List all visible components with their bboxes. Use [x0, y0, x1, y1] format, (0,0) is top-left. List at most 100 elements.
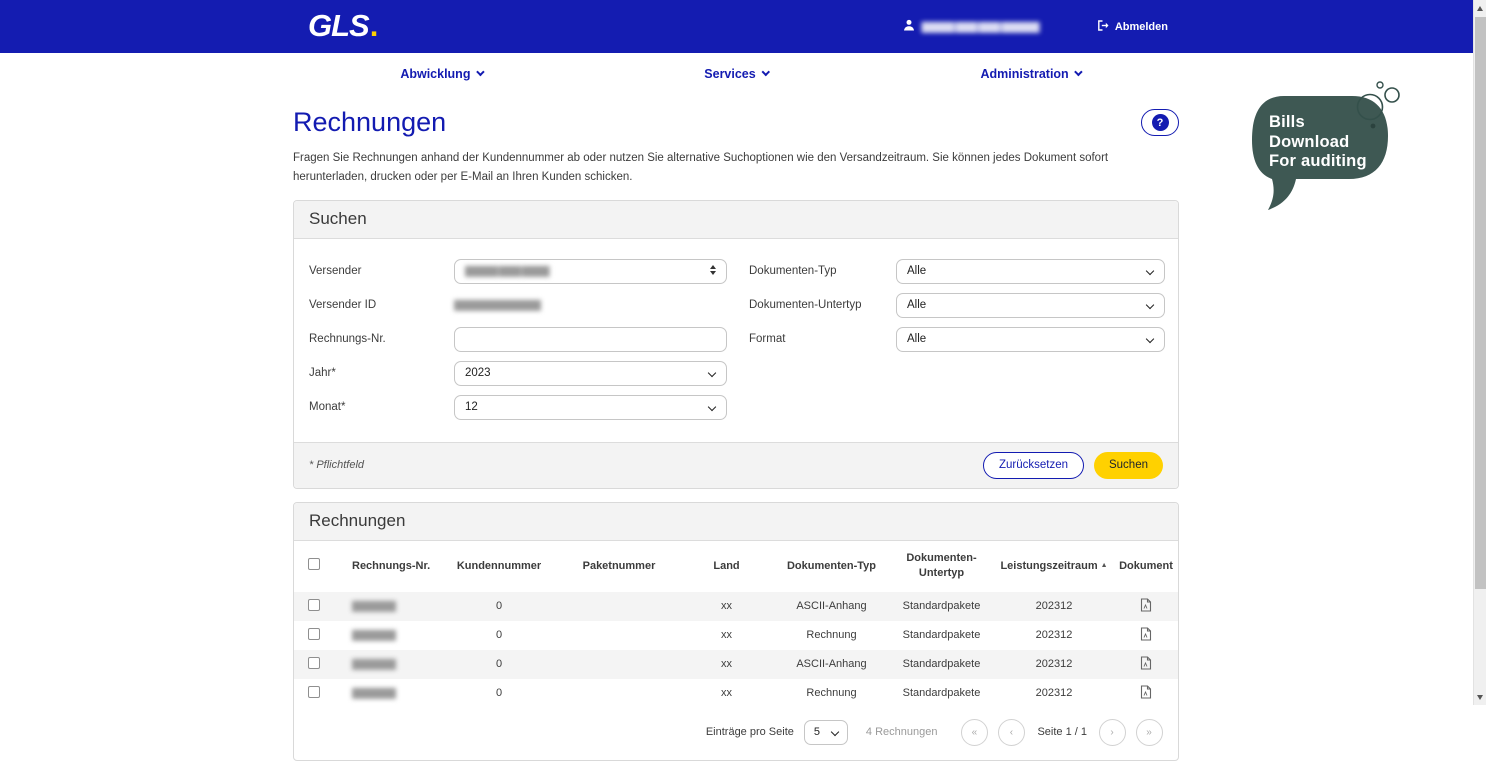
cell-land: xx [679, 679, 774, 708]
col-kundennummer[interactable]: Kundennummer [439, 541, 559, 592]
jahr-select[interactable]: 2023 [454, 361, 727, 386]
reset-button[interactable]: Zurücksetzen [983, 452, 1084, 479]
promo-badge: Bills Download For auditing [1248, 78, 1410, 220]
scroll-up-icon[interactable] [1477, 6, 1483, 11]
dokumenten-untertyp-label: Dokumenten-Untertyp [749, 299, 896, 311]
versender-id-label: Versender ID [309, 299, 454, 311]
table-row: ████████ 0 xx ASCII-Anhang Standardpaket… [294, 592, 1178, 621]
versender-select[interactable]: ██████ ████ █████ [454, 259, 727, 284]
cell-paketnummer [559, 592, 679, 621]
invoices-table: Rechnungs-Nr. Kundennummer Paketnummer L… [294, 541, 1178, 708]
rechnungsnr-input[interactable] [454, 327, 727, 352]
nav-item-abwicklung[interactable]: Abwicklung [400, 67, 483, 81]
cell-dokumenten-untertyp: Standardpakete [889, 650, 994, 679]
cell-land: xx [679, 621, 774, 650]
scrollbar-thumb[interactable] [1475, 17, 1486, 589]
last-page-button[interactable]: » [1136, 719, 1163, 746]
gls-logo-dot: . [370, 8, 378, 43]
scroll-down-icon[interactable] [1477, 695, 1483, 700]
row-checkbox[interactable] [308, 686, 320, 698]
result-count: 4 Rechnungen [866, 726, 938, 738]
logout-icon [1097, 20, 1110, 34]
cell-leistungszeitraum: 202312 [994, 592, 1114, 621]
page-indicator: Seite 1 / 1 [1037, 726, 1087, 738]
table-header-row: Rechnungs-Nr. Kundennummer Paketnummer L… [294, 541, 1178, 592]
updown-icon [710, 265, 716, 275]
rechnungsnr-label: Rechnungs-Nr. [309, 333, 454, 345]
chevron-down-icon [708, 403, 716, 411]
versender-id-value: ████████████████ [454, 299, 727, 311]
cell-kundennummer: 0 [439, 621, 559, 650]
document-file-icon[interactable] [1140, 656, 1152, 673]
cell-dokumenten-untertyp: Standardpakete [889, 592, 994, 621]
table-row: ████████ 0 xx Rechnung Standardpakete 20… [294, 621, 1178, 650]
monat-value: 12 [465, 401, 478, 413]
table-row: ████████ 0 xx Rechnung Standardpakete 20… [294, 679, 1178, 708]
nav-item-administration[interactable]: Administration [980, 67, 1081, 81]
jahr-label: Jahr* [309, 367, 454, 379]
cell-kundennummer: 0 [439, 592, 559, 621]
gls-logo-text: GLS [308, 8, 369, 43]
first-page-button[interactable]: « [961, 719, 988, 746]
per-page-label: Einträge pro Seite [706, 726, 794, 738]
col-label: Leistungszeitraum [1000, 560, 1097, 572]
col-paketnummer[interactable]: Paketnummer [559, 541, 679, 592]
cell-kundennummer: 0 [439, 650, 559, 679]
user-name-redacted: ██████ ████ ████ ███████ [921, 22, 1038, 32]
document-file-icon[interactable] [1140, 627, 1152, 644]
document-file-icon[interactable] [1140, 598, 1152, 615]
help-button[interactable]: ? [1141, 109, 1179, 136]
cell-dokumenten-untertyp: Standardpakete [889, 621, 994, 650]
logout-label: Abmelden [1115, 21, 1168, 33]
dokumenten-typ-label: Dokumenten-Typ [749, 265, 896, 277]
cell-paketnummer [559, 679, 679, 708]
format-value: Alle [907, 333, 926, 345]
badge-line: For auditing [1269, 152, 1367, 172]
col-dokumenten-typ[interactable]: Dokumenten-Typ [774, 541, 889, 592]
prev-page-button[interactable]: ‹ [998, 719, 1025, 746]
versender-label: Versender [309, 265, 454, 277]
promo-badge-text: Bills Download For auditing [1269, 113, 1367, 172]
search-panel-title: Suchen [294, 201, 1178, 239]
row-checkbox[interactable] [308, 628, 320, 640]
badge-line: Bills [1269, 113, 1367, 133]
user-account[interactable]: ██████ ████ ████ ███████ [903, 19, 1038, 34]
dokumenten-untertyp-select[interactable]: Alle [896, 293, 1165, 318]
chevron-down-icon [1146, 267, 1154, 275]
chevron-down-icon [476, 68, 484, 76]
dokumenten-typ-select[interactable]: Alle [896, 259, 1165, 284]
col-dokumenten-untertyp[interactable]: Dokumenten-Untertyp [889, 541, 994, 592]
monat-select[interactable]: 12 [454, 395, 727, 420]
next-page-button[interactable]: › [1099, 719, 1126, 746]
nav-label: Abwicklung [400, 67, 470, 81]
search-button[interactable]: Suchen [1094, 452, 1163, 479]
row-checkbox[interactable] [308, 599, 320, 611]
row-checkbox[interactable] [308, 657, 320, 669]
vertical-scrollbar[interactable] [1473, 0, 1486, 705]
logout-button[interactable]: Abmelden [1097, 20, 1168, 34]
chevron-down-icon [761, 68, 769, 76]
rechnungs-nr-redacted: ████████ [352, 659, 395, 669]
col-rechnungs-nr[interactable]: Rechnungs-Nr. [334, 541, 439, 592]
cell-land: xx [679, 650, 774, 679]
cell-leistungszeitraum: 202312 [994, 650, 1114, 679]
nav-item-services[interactable]: Services [704, 67, 768, 81]
format-select[interactable]: Alle [896, 327, 1165, 352]
col-leistungszeitraum[interactable]: Leistungszeitraum ▲ [994, 541, 1114, 592]
sort-asc-icon: ▲ [1101, 562, 1108, 569]
select-all-checkbox[interactable] [308, 558, 320, 570]
cell-dokumenten-typ: ASCII-Anhang [774, 592, 889, 621]
col-land[interactable]: Land [679, 541, 774, 592]
per-page-select[interactable]: 5 [804, 720, 848, 745]
col-dokument[interactable]: Dokument [1114, 541, 1178, 592]
versender-value-redacted: ██████ ████ █████ [465, 266, 549, 276]
versender-id-redacted: ████████████████ [454, 300, 540, 310]
invoices-panel: Rechnungen Rechnungs-Nr. Kundennummer Pa… [293, 502, 1179, 761]
format-label: Format [749, 333, 896, 345]
chevron-down-icon [831, 727, 839, 735]
chevron-down-icon [1146, 301, 1154, 309]
per-page-value: 5 [814, 726, 820, 738]
document-file-icon[interactable] [1140, 685, 1152, 702]
monat-label: Monat* [309, 401, 454, 413]
cell-dokumenten-typ: Rechnung [774, 621, 889, 650]
